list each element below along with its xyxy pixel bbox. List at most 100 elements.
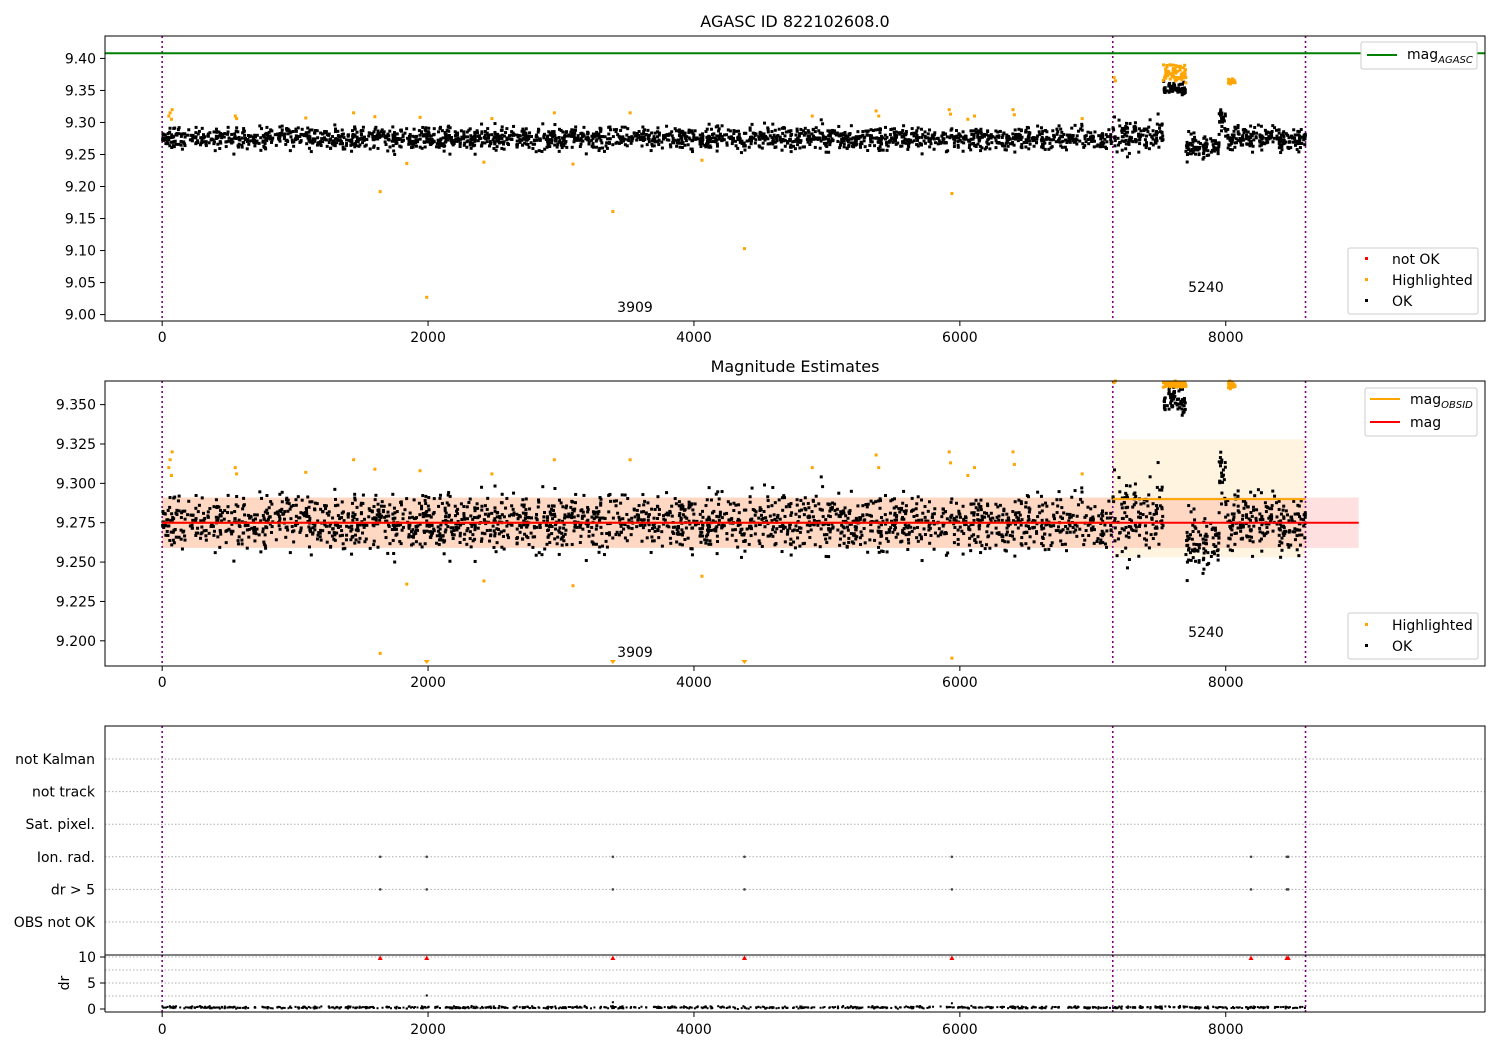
- ok-point: [494, 550, 498, 554]
- ok-point: [885, 148, 889, 152]
- ok-point: [1189, 152, 1193, 156]
- ok-point: [394, 533, 398, 537]
- ok-point: [1040, 527, 1044, 531]
- ok-point: [842, 145, 846, 149]
- ok-point: [521, 498, 525, 502]
- ok-point: [733, 528, 737, 532]
- highlighted-point: [1165, 63, 1169, 67]
- ok-point: [370, 510, 374, 514]
- ok-point: [766, 126, 770, 130]
- ok-point: [793, 147, 797, 151]
- ok-point: [986, 129, 990, 133]
- ok-point: [636, 133, 640, 137]
- ok-point: [579, 534, 583, 538]
- ok-point: [813, 543, 817, 547]
- ok-point: [289, 135, 293, 139]
- ok-point: [375, 513, 379, 517]
- ok-point: [679, 507, 683, 511]
- ok-point: [944, 531, 948, 535]
- ok-point: [1052, 138, 1056, 142]
- ok-point: [983, 511, 987, 515]
- ok-point: [1287, 146, 1291, 150]
- ok-point: [974, 498, 978, 502]
- ok-point: [1084, 514, 1088, 518]
- ok-point: [1298, 146, 1302, 150]
- ok-point: [505, 138, 509, 142]
- ok-point: [868, 513, 872, 517]
- ok-point: [226, 505, 230, 509]
- ok-point: [555, 542, 559, 546]
- ok-point: [789, 513, 793, 517]
- ok-point: [687, 500, 691, 504]
- ok-point: [1017, 498, 1021, 502]
- ok-point: [1224, 129, 1228, 133]
- ok-point: [388, 542, 392, 546]
- ok-point: [734, 144, 738, 148]
- ok-point: [978, 144, 982, 148]
- ok-point: [1128, 484, 1132, 488]
- ok-point: [701, 534, 705, 538]
- ok-point: [446, 125, 450, 129]
- ok-point: [574, 125, 578, 129]
- ok-point: [944, 141, 948, 145]
- ok-point: [888, 511, 892, 515]
- ok-point: [444, 518, 448, 522]
- ok-point: [341, 542, 345, 546]
- ok-point: [576, 514, 580, 518]
- highlighted-point: [700, 158, 704, 162]
- ok-point: [1028, 131, 1032, 135]
- ok-point: [769, 141, 773, 145]
- ok-point: [551, 517, 555, 521]
- ok-point: [174, 142, 178, 146]
- ok-point: [611, 135, 615, 139]
- ok-point: [467, 501, 471, 505]
- ok-point: [196, 510, 200, 514]
- ok-point: [1194, 139, 1198, 143]
- ok-point: [958, 515, 962, 519]
- ok-point: [255, 513, 259, 517]
- ok-point: [1124, 121, 1128, 125]
- ok-point: [243, 513, 247, 517]
- ok-point: [270, 129, 274, 133]
- ok-point: [921, 133, 925, 137]
- ok-point: [262, 144, 266, 148]
- ok-point: [1130, 527, 1134, 531]
- ok-point: [842, 541, 846, 545]
- ok-point: [345, 533, 349, 537]
- ok-point: [612, 499, 616, 503]
- ok-point: [753, 532, 757, 536]
- ok-point: [424, 502, 428, 506]
- x-tick-label: 0: [158, 330, 167, 346]
- ok-point: [495, 139, 499, 143]
- ok-point: [836, 528, 840, 532]
- ok-point: [810, 132, 814, 136]
- ok-point: [367, 515, 371, 519]
- ok-point: [1127, 557, 1131, 561]
- ok-point: [493, 130, 497, 134]
- ok-point: [327, 132, 331, 136]
- ok-point: [483, 504, 487, 508]
- ok-point: [614, 130, 618, 134]
- ok-point: [768, 514, 772, 518]
- ok-point: [920, 559, 924, 563]
- ok-point: [206, 515, 210, 519]
- ok-point: [223, 132, 227, 136]
- highlighted-point: [418, 115, 422, 119]
- ok-point: [836, 139, 840, 143]
- ok-point: [264, 136, 268, 140]
- ok-point: [241, 141, 245, 145]
- ok-point: [766, 505, 770, 509]
- ok-point: [392, 506, 396, 510]
- y-tick-label: 9.35: [65, 83, 96, 99]
- ok-point: [969, 549, 973, 553]
- ok-point: [1101, 136, 1105, 140]
- ok-point: [940, 530, 944, 534]
- ok-point: [699, 540, 703, 544]
- ok-point: [1056, 528, 1060, 532]
- x-tick-label: 2000: [410, 330, 446, 346]
- ok-point: [837, 124, 841, 128]
- ok-point: [1055, 511, 1059, 515]
- ok-point: [1202, 155, 1206, 159]
- ok-point: [978, 523, 982, 527]
- ok-point: [1096, 143, 1100, 147]
